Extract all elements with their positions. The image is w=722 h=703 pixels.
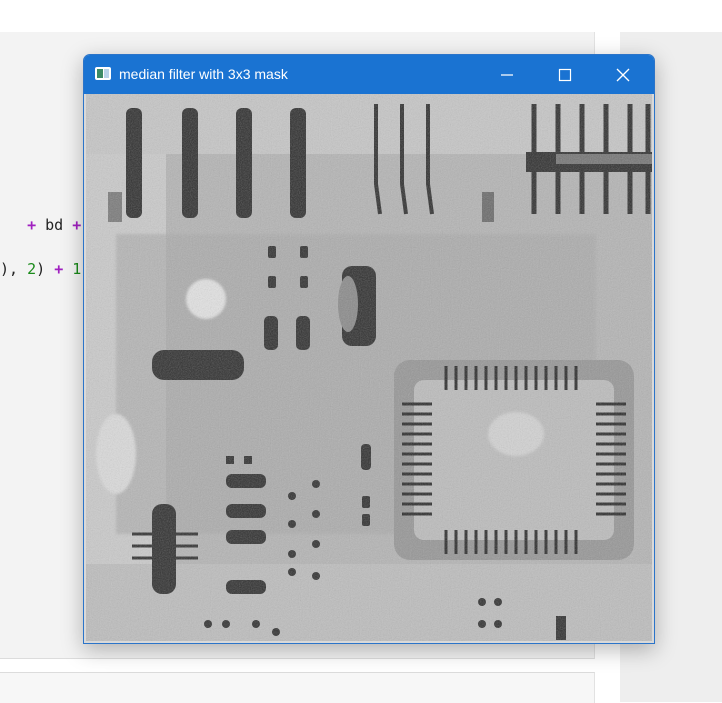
image-window[interactable]: median filter with 3x3 mask xyxy=(83,54,655,644)
app-window-icon xyxy=(95,67,111,80)
plus-operator: + xyxy=(54,260,64,278)
maximize-button[interactable] xyxy=(536,55,594,94)
bottom-panel-background xyxy=(0,672,595,703)
identifier: bd xyxy=(45,216,64,234)
code-text: ) xyxy=(36,260,46,278)
code-text: ), xyxy=(0,260,19,278)
code-line-2: ), 2) + 1 xyxy=(0,258,81,280)
plus-operator: + xyxy=(27,216,37,234)
window-titlebar[interactable]: median filter with 3x3 mask xyxy=(84,55,654,94)
maximize-icon xyxy=(558,68,572,81)
minimize-button[interactable] xyxy=(478,55,536,94)
plus-operator: + xyxy=(72,216,82,234)
number-literal: 1 xyxy=(72,260,82,278)
xray-circuit-image xyxy=(86,94,652,641)
filtered-image xyxy=(86,94,652,641)
number-literal: 2 xyxy=(27,260,37,278)
close-button[interactable] xyxy=(594,55,652,94)
window-title: median filter with 3x3 mask xyxy=(119,66,288,82)
minimize-icon xyxy=(501,73,513,76)
close-icon xyxy=(616,68,630,81)
